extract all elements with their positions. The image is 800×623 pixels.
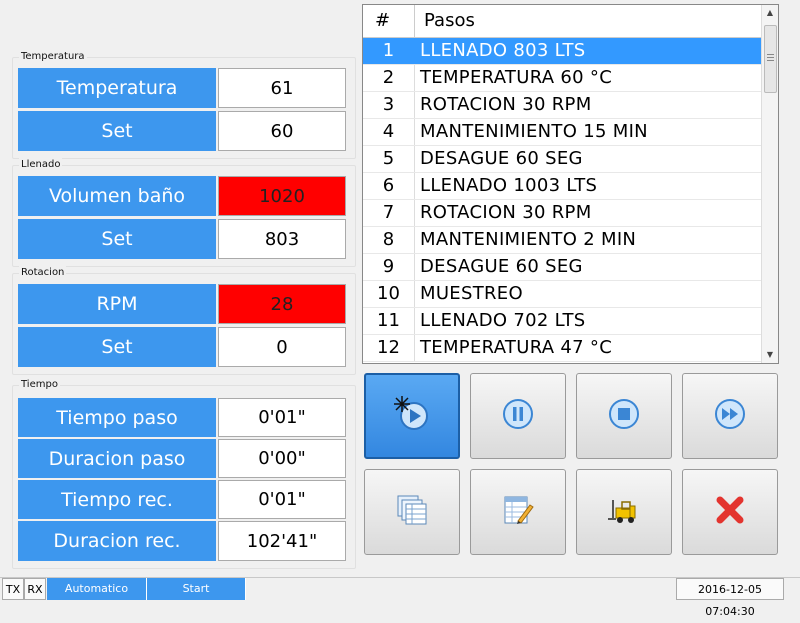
volumen-bano-label: Volumen baño: [18, 176, 216, 216]
recipes-list-button[interactable]: [364, 469, 460, 555]
forklift-button[interactable]: [576, 469, 672, 555]
mode-indicator: Automatico: [47, 578, 147, 600]
temperatura-set-label: Set: [18, 111, 216, 151]
step-number: 1: [363, 38, 415, 64]
duracion-paso-value: 0'00": [218, 439, 346, 478]
scroll-grip-icon: [767, 54, 774, 55]
step-name: LLENADO 702 LTS: [420, 310, 586, 331]
step-number: 2: [363, 65, 415, 91]
rpm-label: RPM: [18, 284, 216, 324]
step-name: DESAGUE 60 SEG: [420, 256, 583, 277]
step-number: 3: [363, 92, 415, 118]
tiempo-rec-value: 0'01": [218, 480, 346, 519]
play-button[interactable]: [364, 373, 460, 459]
step-number: 7: [363, 200, 415, 226]
temperatura-group-title: Temperatura: [19, 50, 87, 64]
rotacion-group-title: Rotacion: [19, 266, 67, 280]
play-icon: [390, 392, 434, 440]
llenado-group-title: Llenado: [19, 158, 63, 172]
fast-forward-button[interactable]: [682, 373, 778, 459]
step-row[interactable]: 10 MUESTREO: [363, 281, 761, 308]
scroll-up-icon[interactable]: ▲: [762, 5, 778, 21]
edit-sheet-button[interactable]: [470, 469, 566, 555]
step-row[interactable]: 11 LLENADO 702 LTS: [363, 308, 761, 335]
step-name: MANTENIMIENTO 2 MIN: [420, 229, 637, 250]
step-name: ROTACION 30 RPM: [420, 94, 592, 115]
tiempo-rec-label: Tiempo rec.: [18, 480, 216, 519]
tiempo-paso-label: Tiempo paso: [18, 398, 216, 437]
scrollbar-thumb[interactable]: [764, 25, 777, 93]
tiempo-group-title: Tiempo: [19, 378, 60, 392]
steps-scrollbar[interactable]: ▲ ▼: [761, 5, 778, 363]
step-number: 5: [363, 146, 415, 172]
duracion-rec-label: Duracion rec.: [18, 521, 216, 561]
stop-icon: [606, 396, 642, 436]
rotacion-set-value[interactable]: 0: [218, 327, 346, 367]
step-row[interactable]: 4 MANTENIMIENTO 15 MIN: [363, 119, 761, 146]
tx-indicator: TX: [2, 578, 24, 600]
step-row[interactable]: 6 LLENADO 1003 LTS: [363, 173, 761, 200]
pause-icon: [500, 396, 536, 436]
temperatura-label: Temperatura: [18, 68, 216, 108]
step-row[interactable]: 8 MANTENIMIENTO 2 MIN: [363, 227, 761, 254]
stop-button[interactable]: [576, 373, 672, 459]
step-name: DESAGUE 60 SEG: [420, 148, 583, 169]
step-row[interactable]: 2 TEMPERATURA 60 °C: [363, 65, 761, 92]
scroll-down-icon[interactable]: ▼: [762, 347, 778, 363]
step-name: ROTACION 30 RPM: [420, 202, 592, 223]
duracion-paso-label: Duracion paso: [18, 439, 216, 478]
step-row[interactable]: 1 LLENADO 803 LTS: [363, 38, 761, 65]
step-name: TEMPERATURA 47 °C: [420, 337, 613, 358]
datetime-display: 2016-12-05 07:04:30: [676, 578, 784, 618]
step-number: 6: [363, 173, 415, 199]
close-x-icon: [712, 492, 748, 532]
steps-table[interactable]: # Pasos 1 LLENADO 803 LTS 2 TEMPERATURA 60 …: [362, 4, 779, 364]
step-row[interactable]: 7 ROTACION 30 RPM: [363, 200, 761, 227]
close-button[interactable]: [682, 469, 778, 555]
state-indicator: Start: [147, 578, 246, 600]
step-row[interactable]: 3 ROTACION 30 RPM: [363, 92, 761, 119]
step-number: 4: [363, 119, 415, 145]
llenado-set-value[interactable]: 803: [218, 219, 346, 259]
steps-table-header: # Pasos: [363, 5, 763, 38]
temperatura-set-value[interactable]: 60: [218, 111, 346, 151]
rpm-value: 28: [218, 284, 346, 324]
llenado-set-label: Set: [18, 219, 216, 259]
step-number: 10: [363, 281, 415, 307]
rotacion-set-label: Set: [18, 327, 216, 367]
temperatura-value: 61: [218, 68, 346, 108]
status-bar: TX RX Automatico Start 2016-12-05 07:04:…: [0, 577, 800, 618]
step-number: 9: [363, 254, 415, 280]
step-row[interactable]: 12 TEMPERATURA 47 °C: [363, 335, 761, 362]
forklift-icon: [606, 492, 642, 532]
step-number: 11: [363, 308, 415, 334]
recipes-list-icon: [394, 492, 430, 532]
step-row[interactable]: 9 DESAGUE 60 SEG: [363, 254, 761, 281]
step-number: 8: [363, 227, 415, 253]
step-name: TEMPERATURA 60 °C: [420, 67, 613, 88]
edit-sheet-icon: [500, 492, 536, 532]
rx-indicator: RX: [24, 578, 46, 600]
tiempo-paso-value: 0'01": [218, 398, 346, 437]
step-row[interactable]: 5 DESAGUE 60 SEG: [363, 146, 761, 173]
step-name: MANTENIMIENTO 15 MIN: [420, 121, 648, 142]
steps-header-number: #: [363, 5, 415, 37]
step-name: MUESTREO: [420, 283, 523, 304]
step-name: LLENADO 1003 LTS: [420, 175, 598, 196]
fast-forward-icon: [712, 396, 748, 436]
duracion-rec-value: 102'41": [218, 521, 346, 561]
step-name: LLENADO 803 LTS: [420, 40, 586, 61]
volumen-bano-value: 1020: [218, 176, 346, 216]
steps-header-name: Pasos: [424, 10, 475, 31]
pause-button[interactable]: [470, 373, 566, 459]
step-number: 12: [363, 335, 415, 361]
